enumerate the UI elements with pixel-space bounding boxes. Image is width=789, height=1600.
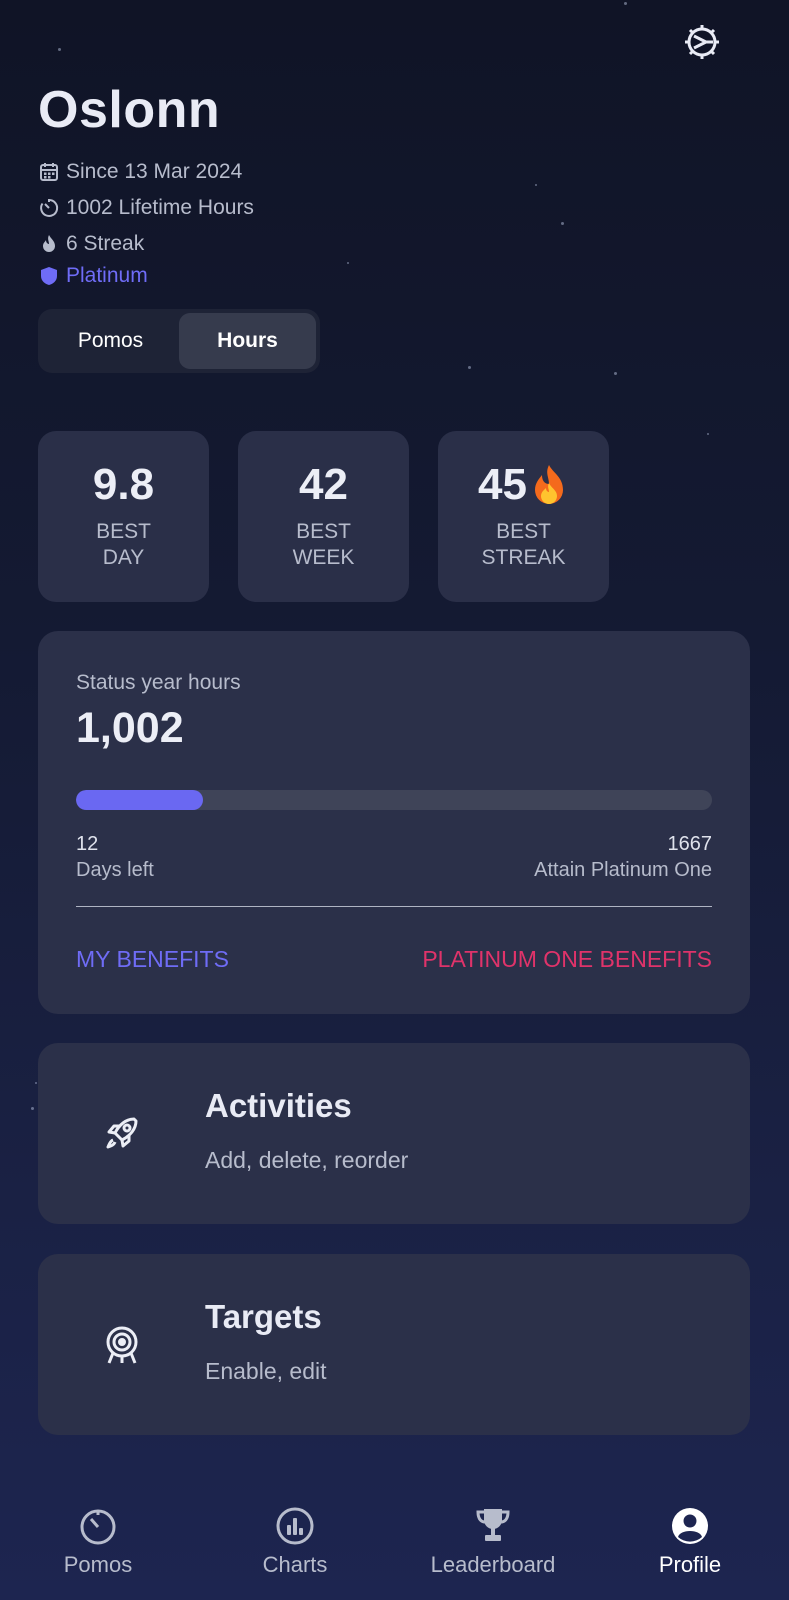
profile-name: Oslonn: [38, 81, 221, 139]
nav-profile[interactable]: Profile: [600, 1506, 780, 1578]
tier-row: Platinum: [38, 264, 148, 288]
divider: [76, 906, 712, 907]
since-row: Since 13 Mar 2024: [38, 160, 242, 184]
nav-pomos[interactable]: Pomos: [8, 1506, 188, 1578]
tier-text: Platinum: [66, 264, 148, 287]
target-icon: [100, 1322, 144, 1366]
best-week-value: 42: [299, 460, 348, 509]
streak-row: 6 Streak: [38, 232, 144, 256]
nav-charts[interactable]: Charts: [205, 1506, 385, 1578]
profile-icon: [672, 1508, 708, 1544]
best-week-card: 42 BEST WEEK: [238, 431, 409, 602]
gear-icon: [685, 25, 719, 59]
target-value: 1667: [667, 833, 713, 855]
nav-profile-label: Profile: [658, 1552, 722, 1577]
targets-title: Targets: [205, 1298, 322, 1335]
activities-card[interactable]: Activities Add, delete, reorder: [38, 1043, 750, 1224]
best-streak-label-1: BEST: [496, 520, 551, 543]
chart-icon: [276, 1507, 314, 1545]
nav-pomos-label: Pomos: [63, 1552, 133, 1577]
best-week-label-1: BEST: [296, 520, 351, 543]
status-progress-fill: [76, 790, 204, 810]
toggle-pomos[interactable]: Pomos: [42, 313, 179, 369]
calendar-icon: [38, 161, 60, 183]
settings-button[interactable]: [680, 20, 724, 64]
nav-charts-label: Charts: [262, 1552, 328, 1577]
best-day-label-1: BEST: [96, 520, 151, 543]
days-left-value: 12: [76, 833, 99, 855]
rocket-icon: [100, 1111, 144, 1155]
timer-icon: [80, 1509, 116, 1545]
trophy-icon: [476, 1509, 510, 1541]
best-streak-card: 45 BEST STREAK: [438, 431, 609, 602]
shield-icon: [38, 265, 60, 287]
targets-subtitle: Enable, edit: [205, 1358, 327, 1384]
activities-subtitle: Add, delete, reorder: [205, 1147, 409, 1173]
timer-icon: [38, 197, 60, 219]
platinum-one-benefits-link[interactable]: PLATINUM ONE BENEFITS: [422, 946, 712, 973]
lifetime-text: 1002 Lifetime Hours: [66, 196, 254, 219]
status-label: Status year hours: [76, 671, 241, 694]
status-card: Status year hours 1,002 12 Days left 166…: [38, 631, 750, 1014]
status-value: 1,002: [76, 704, 184, 752]
my-benefits-link[interactable]: MY BENEFITS: [76, 946, 229, 973]
days-left-label: Days left: [76, 859, 154, 881]
since-text: Since 13 Mar 2024: [66, 160, 243, 183]
fire-icon: [529, 463, 569, 507]
best-day-card: 9.8 BEST DAY: [38, 431, 209, 602]
nav-leaderboard[interactable]: Leaderboard: [403, 1506, 583, 1578]
best-day-value: 9.8: [92, 460, 155, 509]
nav-leaderboard-label: Leaderboard: [430, 1552, 556, 1577]
best-streak-value: 45: [478, 460, 527, 509]
lifetime-row: 1002 Lifetime Hours: [38, 196, 254, 220]
bottom-nav: Pomos Charts Leaderboard Profile: [0, 1490, 789, 1600]
status-progress: [76, 790, 712, 810]
targets-card[interactable]: Targets Enable, edit: [38, 1254, 750, 1435]
toggle-hours[interactable]: Hours: [179, 313, 316, 369]
best-streak-label-2: STREAK: [481, 546, 566, 569]
streak-text: 6 Streak: [66, 232, 145, 255]
activities-title: Activities: [205, 1087, 352, 1124]
best-day-label-2: DAY: [102, 546, 145, 569]
view-toggle: Pomos Hours: [38, 309, 320, 373]
flame-icon: [38, 233, 60, 255]
best-week-label-2: WEEK: [292, 546, 355, 569]
target-label: Attain Platinum One: [534, 859, 712, 881]
